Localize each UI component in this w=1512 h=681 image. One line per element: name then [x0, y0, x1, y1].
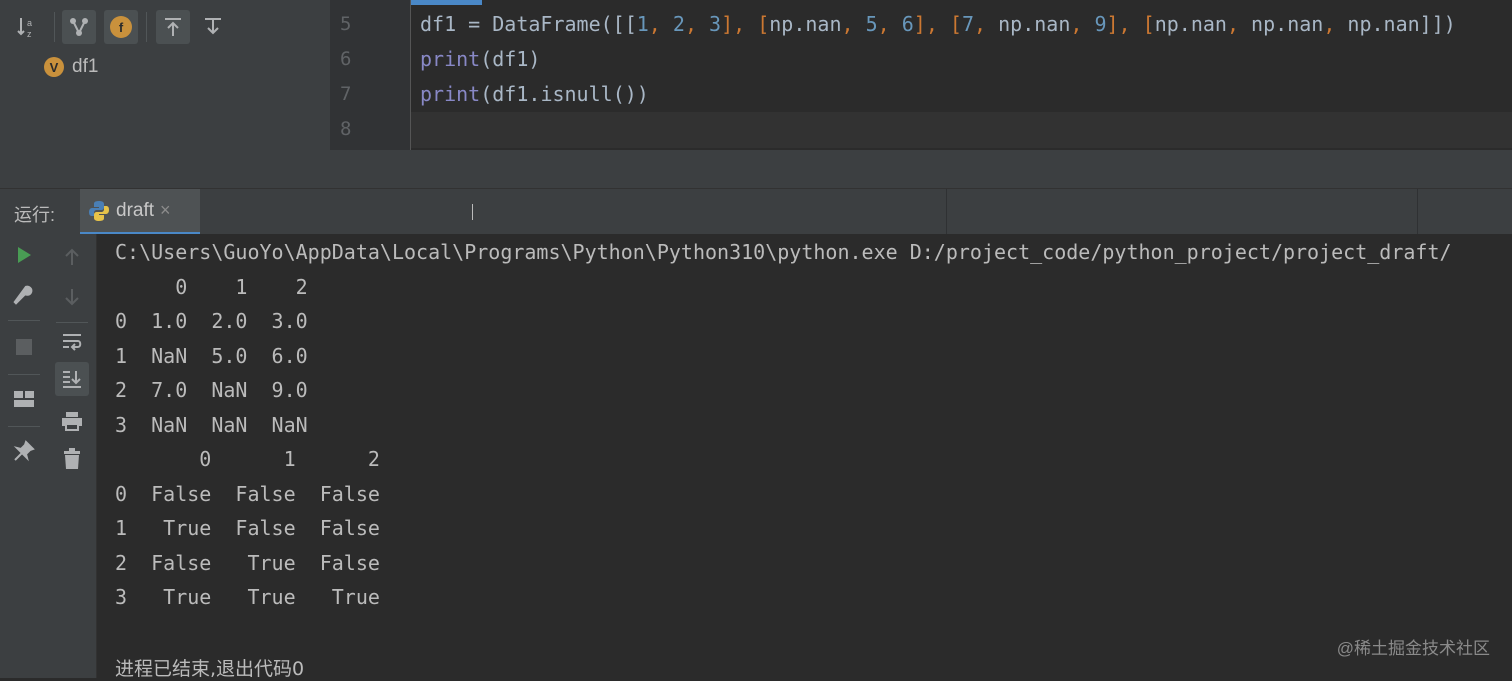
- line-number: 7: [340, 83, 352, 105]
- expand-all-button[interactable]: [156, 10, 190, 44]
- console-line: 0 1 2: [115, 275, 308, 299]
- line-number: 8: [340, 118, 352, 140]
- scroll-to-end-icon: [63, 371, 81, 388]
- scroll-up-button[interactable]: [55, 240, 89, 274]
- sort-alphabetically-button[interactable]: a z: [10, 10, 44, 44]
- console-line: 0 False False False: [115, 482, 380, 506]
- run-panel-header: 运行: draft ×: [0, 188, 1512, 235]
- close-icon[interactable]: ×: [160, 200, 171, 221]
- toolbar-separator: [8, 374, 40, 375]
- show-fields-button[interactable]: f: [104, 10, 138, 44]
- scroll-to-end-button[interactable]: [55, 362, 89, 396]
- pin-icon: [13, 440, 35, 462]
- layout-icon: [14, 391, 34, 407]
- code-line[interactable]: print(df1.isnull()): [420, 82, 649, 106]
- run-toolbar-primary: [0, 234, 48, 678]
- toolbar-separator: [146, 12, 147, 42]
- run-tab-draft[interactable]: draft ×: [80, 189, 200, 235]
- toolbar-separator: [8, 426, 40, 427]
- console-output[interactable]: C:\Users\GuoYo\AppData\Local\Programs\Py…: [97, 234, 1512, 680]
- stop-icon: [16, 339, 32, 355]
- run-toolbar-secondary: [48, 234, 97, 678]
- structure-toolbar: a z f: [0, 0, 330, 52]
- print-icon: [62, 412, 82, 431]
- exit-message: 进程已结束,退出代码0: [115, 658, 305, 680]
- current-line-highlight: [411, 112, 1512, 148]
- expand-all-icon: [165, 18, 181, 36]
- console-line: C:\Users\GuoYo\AppData\Local\Programs\Py…: [115, 240, 1452, 264]
- python-icon: [89, 200, 109, 221]
- run-label: 运行:: [14, 205, 56, 225]
- soft-wrap-icon: [63, 334, 82, 351]
- arrow-down-icon: [65, 289, 79, 306]
- collapse-all-button[interactable]: [196, 10, 230, 44]
- soft-wrap-button[interactable]: [55, 324, 89, 358]
- pin-tab-button[interactable]: [7, 434, 41, 468]
- console-line: 0 1 2: [115, 447, 380, 471]
- toolbar-separator: [54, 12, 55, 42]
- show-inherited-button[interactable]: [62, 10, 96, 44]
- run-icon: [18, 247, 31, 263]
- run-tab-label: draft: [116, 199, 155, 221]
- field-icon: f: [110, 16, 132, 38]
- edit-configuration-button[interactable]: [7, 278, 41, 312]
- clear-all-button[interactable]: [55, 442, 89, 476]
- console-line: 2 7.0 NaN 9.0: [115, 378, 308, 402]
- line-number: 5: [340, 13, 352, 35]
- toolbar-separator: [8, 320, 40, 321]
- editor-bottom-bar: [330, 150, 1512, 188]
- code-line[interactable]: print(df1): [420, 47, 540, 71]
- trash-icon: [64, 448, 80, 469]
- line-number-gutter: 5 6 7 8: [330, 0, 411, 150]
- toolbar-separator: [56, 322, 88, 323]
- svg-text:a: a: [27, 18, 32, 28]
- arrow-up-icon: [65, 248, 79, 265]
- console-line: 1 NaN 5.0 6.0: [115, 344, 308, 368]
- header-divider: [946, 189, 947, 235]
- header-divider: [1417, 189, 1418, 235]
- structure-item-df1[interactable]: V df1: [44, 56, 98, 78]
- rerun-button[interactable]: [7, 238, 41, 272]
- scroll-down-button[interactable]: [55, 280, 89, 314]
- console-line: 3 True True True: [115, 585, 380, 609]
- show-inherited-icon: [70, 18, 88, 36]
- print-button[interactable]: [55, 404, 89, 438]
- collapse-all-icon: [205, 18, 221, 35]
- text-cursor-icon: [472, 204, 473, 220]
- code-editor[interactable]: 5 6 7 8 df1 = DataFrame([[1, 2, 3], [np.…: [330, 0, 1512, 188]
- console-line: 2 False True False: [115, 551, 380, 575]
- svg-text:z: z: [27, 29, 32, 39]
- structure-item-label: df1: [72, 56, 99, 77]
- wrench-icon: [13, 285, 33, 305]
- console-line: 3 NaN NaN NaN: [115, 413, 308, 437]
- variable-icon: V: [44, 57, 64, 77]
- layout-button[interactable]: [7, 382, 41, 416]
- watermark: @稀土掘金技术社区: [1336, 639, 1490, 658]
- console-line: 1 True False False: [115, 516, 380, 540]
- console-line: 0 1.0 2.0 3.0: [115, 309, 308, 333]
- code-line[interactable]: df1 = DataFrame([[1, 2, 3], [np.nan, 5, …: [420, 12, 1456, 36]
- stop-button[interactable]: [7, 330, 41, 364]
- structure-panel: a z f V df1: [0, 0, 330, 188]
- line-number: 6: [340, 48, 352, 70]
- sort-alphabetically-icon: a z: [17, 18, 32, 39]
